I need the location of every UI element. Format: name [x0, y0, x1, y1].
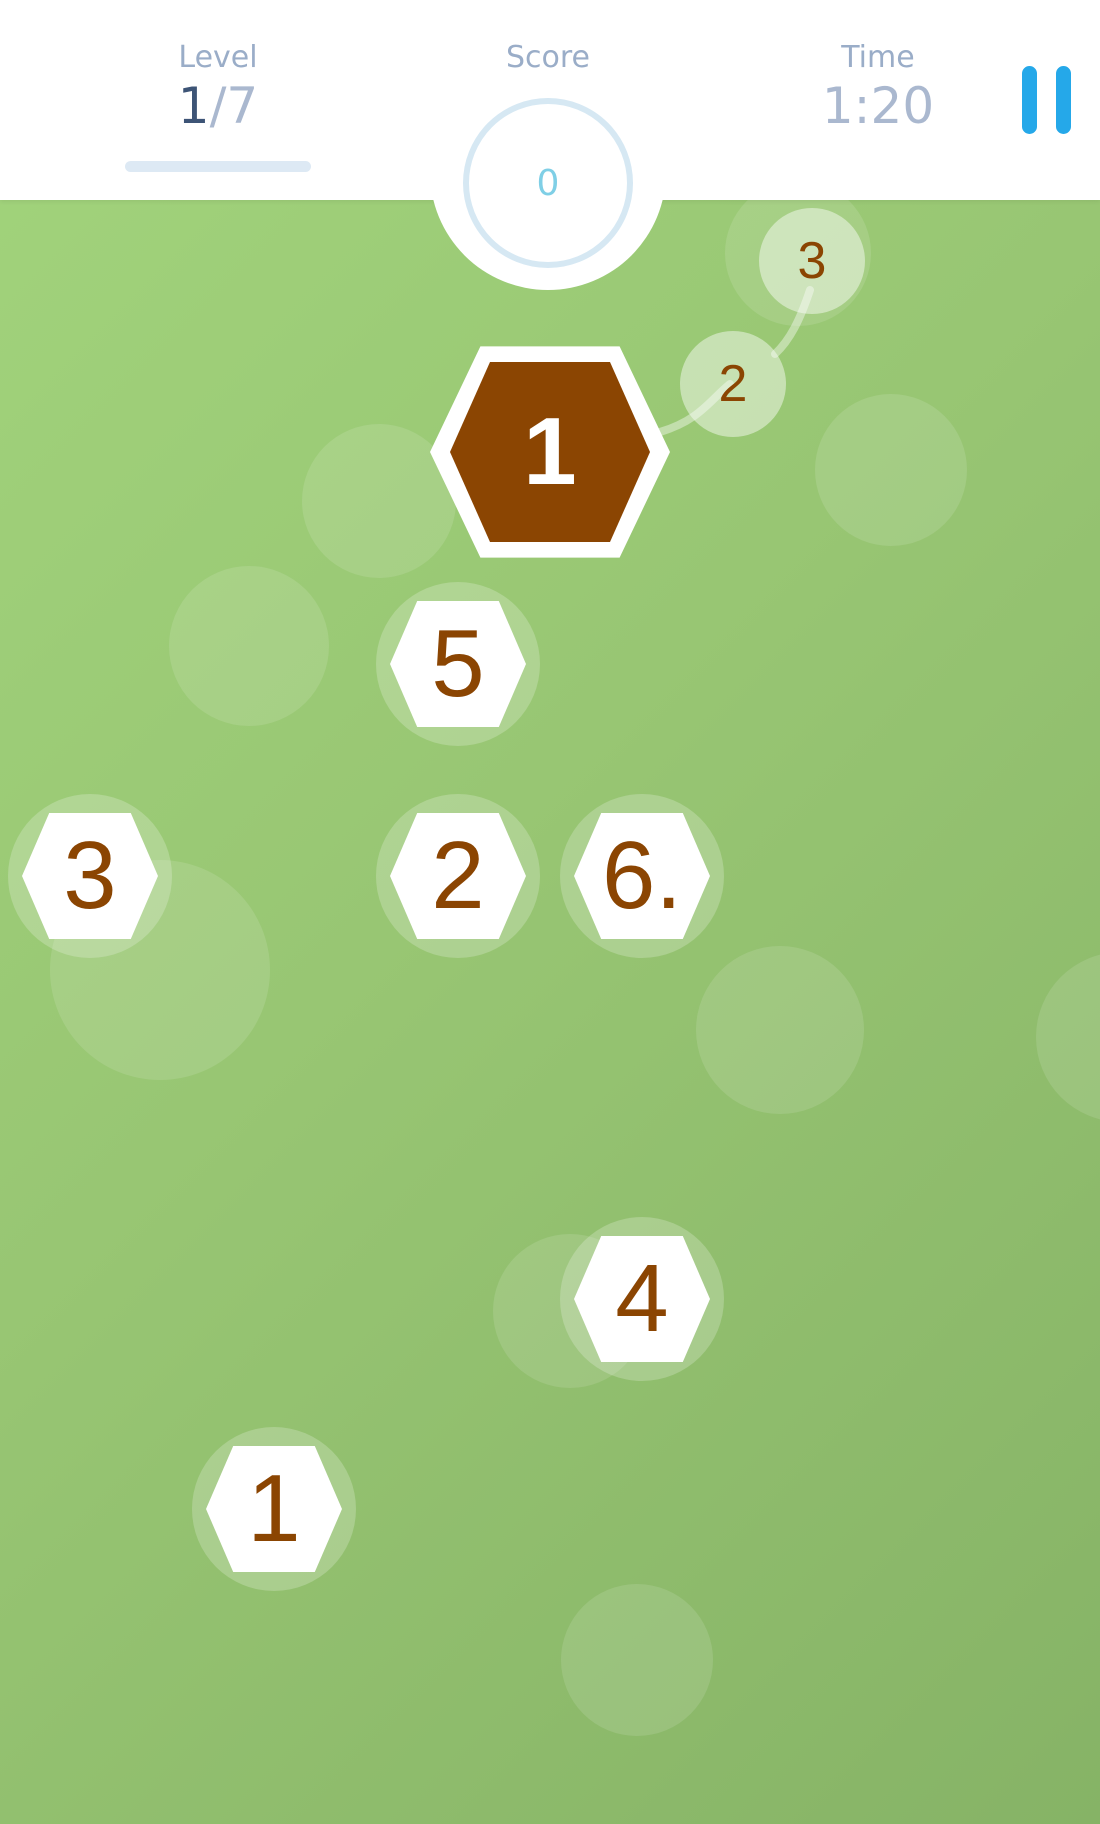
- active-tile-label: 1: [523, 398, 577, 505]
- time-label: Time: [841, 40, 915, 75]
- number-tile[interactable]: 5: [376, 582, 540, 746]
- tile-label: 1: [247, 1455, 301, 1562]
- time-value: 1:20: [821, 77, 935, 135]
- background-bubble: [1036, 952, 1100, 1122]
- number-tile[interactable]: 3: [8, 794, 172, 958]
- level-value: 1/7: [118, 76, 318, 136]
- level-progress-bar: [125, 161, 311, 172]
- time-stat: Time 1:20: [778, 40, 978, 136]
- tile-label: 3: [63, 822, 117, 929]
- tile-hexagon: 5: [390, 601, 526, 727]
- game-screen: 2 3 Level 1/7 Score Time 1:20 0 1 5 3 2 …: [0, 0, 1100, 1824]
- score-label: Score: [505, 40, 591, 75]
- active-tile: 1: [450, 362, 650, 542]
- tile-label: 4: [615, 1245, 669, 1352]
- background-bubble: [169, 566, 329, 726]
- background-bubble: [561, 1584, 713, 1736]
- background-bubble: [815, 394, 967, 546]
- tile-hexagon: 3: [22, 813, 158, 939]
- number-tile[interactable]: 2: [376, 794, 540, 958]
- queue-item: 3: [759, 208, 865, 314]
- queue-item: 2: [680, 331, 786, 437]
- level-label: Level: [178, 40, 258, 75]
- tile-label: 2: [431, 822, 485, 929]
- pause-bar-right: [1056, 66, 1071, 134]
- pause-bar-left: [1022, 66, 1037, 134]
- score-stat: Score: [448, 40, 648, 76]
- pause-button[interactable]: [1022, 66, 1072, 134]
- level-current: 1: [177, 77, 210, 135]
- tile-hexagon: 2: [390, 813, 526, 939]
- level-separator: /: [209, 77, 227, 135]
- number-tile[interactable]: 6.: [560, 794, 724, 958]
- tile-hexagon: 4: [574, 1236, 710, 1362]
- tile-hexagon: 6.: [574, 813, 710, 939]
- tile-hexagon: 1: [206, 1446, 342, 1572]
- number-tile[interactable]: 4: [560, 1217, 724, 1381]
- score-value: 0: [536, 162, 560, 204]
- number-tile[interactable]: 1: [192, 1427, 356, 1591]
- score-ring: 0: [463, 98, 633, 268]
- background-bubble: [696, 946, 864, 1114]
- level-stat: Level 1/7: [118, 40, 318, 136]
- tile-label: 5: [431, 610, 485, 717]
- tile-label: 6.: [601, 822, 683, 929]
- level-total: 7: [226, 77, 259, 135]
